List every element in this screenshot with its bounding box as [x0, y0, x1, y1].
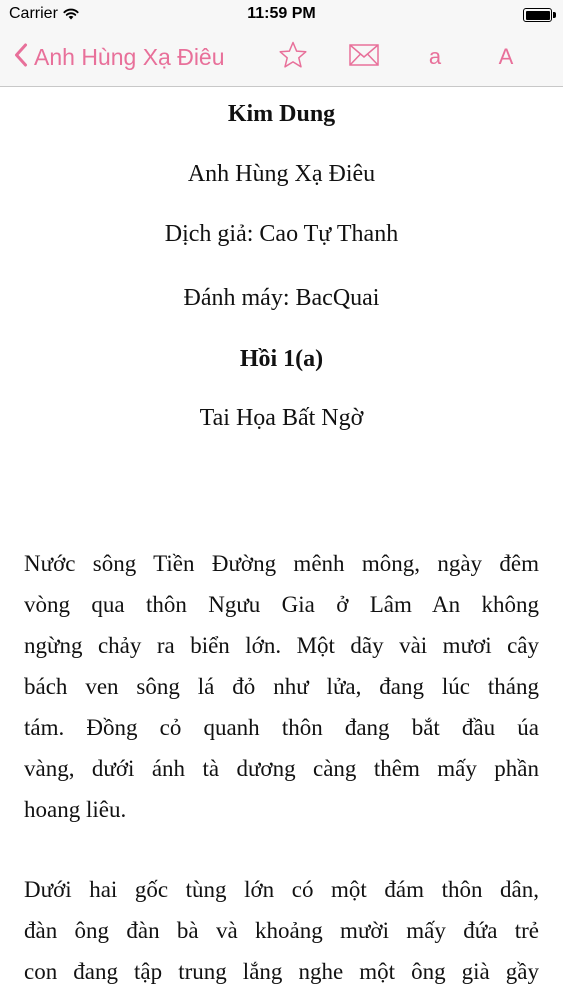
text-line: bách ven sông lá đỏ như lửa, đang lúc th… [24, 674, 539, 699]
status-bar: Carrier 11:59 PM [0, 0, 563, 30]
text-line: Dưới hai gốc tùng lớn có một đám thôn dâ… [24, 877, 539, 902]
envelope-icon [349, 43, 379, 71]
book-translator: Dịch giả: Cao Tự Thanh [164, 221, 399, 247]
battery-icon [523, 8, 557, 22]
book-typist: Đánh máy: BacQuai [183, 285, 380, 311]
text-line: hoang liêu. [24, 797, 127, 822]
nav-bar: Anh Hùng Xạ Điêu a A [0, 30, 563, 86]
email-button[interactable] [347, 40, 381, 74]
back-button-label: Anh Hùng Xạ Điêu [34, 43, 225, 70]
book-author: Kim Dung [227, 101, 336, 127]
chapter-heading: Hồi 1(a) [239, 346, 324, 372]
text-line: con đang tập trung lắng nghe một ông già… [24, 959, 539, 984]
text-line: vòng qua thôn Ngưu Gia ở Lâm An không [24, 592, 539, 617]
chevron-left-icon [14, 43, 28, 72]
text-line: vàng, dưới ánh tà dương càng thêm mấy ph… [24, 756, 539, 781]
status-time: 11:59 PM [247, 5, 316, 22]
text-line: ngừng chảy ra biển lớn. Một dãy vài mươi… [24, 633, 539, 658]
favorite-button[interactable] [276, 40, 310, 74]
star-icon [278, 40, 308, 75]
header: Carrier 11:59 PM Anh Hùng Xạ Điêu a A [0, 0, 563, 87]
increase-font-button[interactable]: A [491, 40, 521, 74]
paragraph: Dưới hai gốc tùng lớn có một đám thôn dâ… [24, 869, 539, 992]
text-line: tám. Đồng cỏ quanh thôn đang bắt đầu úa [24, 715, 539, 740]
paragraph: Nước sông Tiền Đường mênh mông, ngày đêm… [24, 543, 539, 830]
back-button[interactable]: Anh Hùng Xạ Điêu [14, 40, 225, 74]
text-line: Nước sông Tiền Đường mênh mông, ngày đêm [24, 551, 539, 576]
decrease-font-button[interactable]: a [420, 40, 450, 74]
chapter-title: Tai Họa Bất Ngờ [199, 405, 364, 431]
reader-content[interactable]: Kim Dung Anh Hùng Xạ Điêu Dịch giả: Cao … [0, 87, 563, 1000]
text-line: đàn ông đàn bà và khoảng mười mấy đứa tr… [24, 918, 539, 943]
book-title: Anh Hùng Xạ Điêu [187, 161, 376, 187]
